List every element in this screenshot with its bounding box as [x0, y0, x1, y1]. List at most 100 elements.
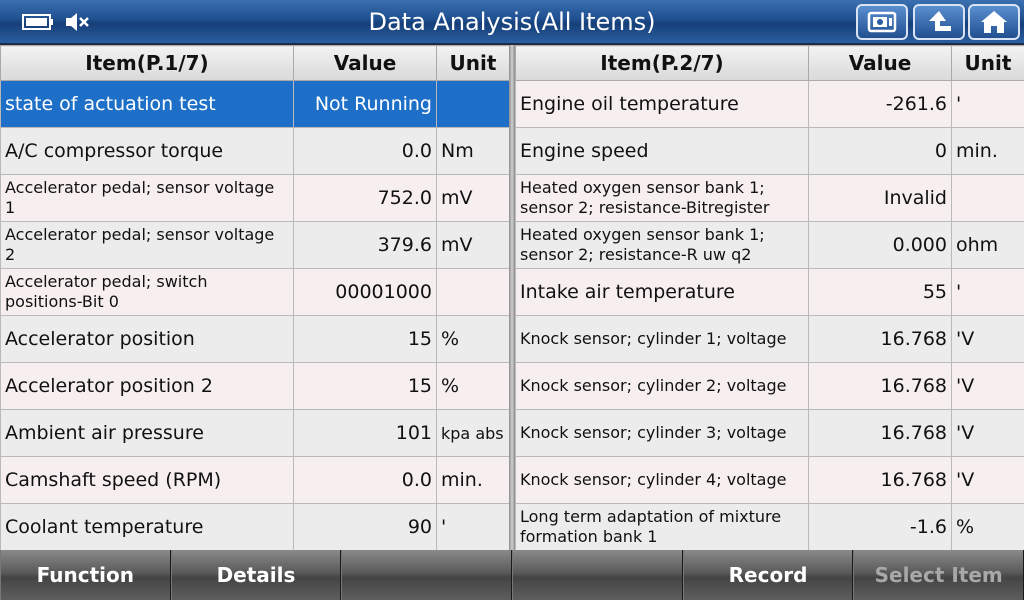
table-row[interactable]: Camshaft speed (RPM) 0.0 min. — [0, 456, 510, 504]
unit-cell: 'V — [951, 315, 1024, 363]
item-cell: Heated oxygen sensor bank 1; sensor 2; r… — [515, 221, 809, 269]
table-row[interactable]: Accelerator position 15 % — [0, 315, 510, 363]
table-row[interactable]: Knock sensor; cylinder 3; voltage 16.768… — [515, 409, 1024, 457]
column-header-unit[interactable]: Unit — [436, 45, 510, 81]
left-data-table: Item(P.1/7) Value Unit state of actuatio… — [0, 45, 510, 551]
empty-button-2[interactable] — [512, 550, 683, 600]
table-row[interactable]: Heated oxygen sensor bank 1; sensor 2; r… — [515, 174, 1024, 222]
value-cell: 16.768 — [808, 315, 952, 363]
value-cell: Not Running — [293, 80, 437, 128]
unit-cell — [436, 80, 510, 128]
table-row[interactable]: Knock sensor; cylinder 4; voltage 16.768… — [515, 456, 1024, 504]
item-cell: Accelerator position 2 — [0, 362, 294, 410]
unit-cell: kpa abs — [436, 409, 510, 457]
screenshot-button[interactable] — [856, 4, 908, 40]
table-row[interactable]: Accelerator pedal; sensor voltage 2 379.… — [0, 221, 510, 269]
table-row[interactable]: Ambient air pressure 101 kpa abs — [0, 409, 510, 457]
value-cell: -261.6 — [808, 80, 952, 128]
item-cell: Ambient air pressure — [0, 409, 294, 457]
function-button-bar: Function Details Record Select Item — [0, 550, 1024, 600]
item-cell: Engine oil temperature — [515, 80, 809, 128]
table-row[interactable]: Accelerator pedal; switch positions-Bit … — [0, 268, 510, 316]
unit-cell: mV — [436, 174, 510, 222]
unit-cell: % — [951, 503, 1024, 551]
item-cell: Knock sensor; cylinder 4; voltage — [515, 456, 809, 504]
table-row[interactable]: Engine oil temperature -261.6 ' — [515, 80, 1024, 128]
value-cell: 16.768 — [808, 456, 952, 504]
item-cell: Coolant temperature — [0, 503, 294, 551]
battery-icon — [22, 14, 53, 30]
item-cell: Accelerator pedal; sensor voltage 2 — [0, 221, 294, 269]
column-header-item[interactable]: Item(P.1/7) — [0, 45, 294, 81]
unit-cell — [436, 268, 510, 316]
unit-cell: ' — [436, 503, 510, 551]
value-cell: 16.768 — [808, 409, 952, 457]
table-row[interactable]: Long term adaptation of mixture formatio… — [515, 503, 1024, 551]
value-cell: 379.6 — [293, 221, 437, 269]
table-row[interactable]: Engine speed 0 min. — [515, 127, 1024, 175]
unit-cell: 'V — [951, 362, 1024, 410]
value-cell: 15 — [293, 315, 437, 363]
item-cell: Heated oxygen sensor bank 1; sensor 2; r… — [515, 174, 809, 222]
home-button[interactable] — [968, 4, 1020, 40]
value-cell: 752.0 — [293, 174, 437, 222]
unit-cell: 'V — [951, 456, 1024, 504]
unit-cell: % — [436, 362, 510, 410]
value-cell: 0.0 — [293, 127, 437, 175]
table-row[interactable]: A/C compressor torque 0.0 Nm — [0, 127, 510, 175]
value-cell: 00001000 — [293, 268, 437, 316]
item-cell: Knock sensor; cylinder 3; voltage — [515, 409, 809, 457]
table-row[interactable]: Heated oxygen sensor bank 1; sensor 2; r… — [515, 221, 1024, 269]
item-cell: Knock sensor; cylinder 1; voltage — [515, 315, 809, 363]
unit-cell: mV — [436, 221, 510, 269]
table-row[interactable]: Coolant temperature 90 ' — [0, 503, 510, 551]
item-cell: A/C compressor torque — [0, 127, 294, 175]
item-cell: Accelerator pedal; sensor voltage 1 — [0, 174, 294, 222]
unit-cell: Nm — [436, 127, 510, 175]
unit-cell: 'V — [951, 409, 1024, 457]
unit-cell — [951, 174, 1024, 222]
empty-button-1[interactable] — [341, 550, 513, 600]
value-cell: 15 — [293, 362, 437, 410]
select-item-button[interactable]: Select Item — [853, 550, 1024, 600]
unit-cell: ' — [951, 268, 1024, 316]
column-header-value[interactable]: Value — [293, 45, 437, 81]
back-arrow-icon — [929, 11, 951, 31]
camera-card-icon — [867, 11, 897, 33]
table-row[interactable]: Knock sensor; cylinder 2; voltage 16.768… — [515, 362, 1024, 410]
table-row[interactable]: Accelerator pedal; sensor voltage 1 752.… — [0, 174, 510, 222]
value-cell: 16.768 — [808, 362, 952, 410]
unit-cell: ohm — [951, 221, 1024, 269]
value-cell: 0.000 — [808, 221, 952, 269]
column-header-value[interactable]: Value — [808, 45, 952, 81]
unit-cell: min. — [436, 456, 510, 504]
table-row[interactable]: Knock sensor; cylinder 1; voltage 16.768… — [515, 315, 1024, 363]
table-row[interactable]: Intake air temperature 55 ' — [515, 268, 1024, 316]
value-cell: 55 — [808, 268, 952, 316]
item-cell: Accelerator pedal; switch positions-Bit … — [0, 268, 294, 316]
back-button[interactable] — [913, 4, 965, 40]
item-cell: Engine speed — [515, 127, 809, 175]
unit-cell: % — [436, 315, 510, 363]
table-row[interactable]: Accelerator position 2 15 % — [0, 362, 510, 410]
speaker-mute-icon — [66, 13, 89, 31]
item-cell: Knock sensor; cylinder 2; voltage — [515, 362, 809, 410]
value-cell: 0.0 — [293, 456, 437, 504]
title-bar: Data Analysis(All Items) — [0, 0, 1024, 44]
home-icon — [981, 11, 1007, 33]
details-button[interactable]: Details — [170, 550, 342, 600]
item-cell: Long term adaptation of mixture formatio… — [515, 503, 809, 551]
record-button[interactable]: Record — [682, 550, 854, 600]
value-cell: 101 — [293, 409, 437, 457]
column-header-item[interactable]: Item(P.2/7) — [515, 45, 809, 81]
value-cell: Invalid — [808, 174, 952, 222]
value-cell: 0 — [808, 127, 952, 175]
table-row[interactable]: state of actuation test Not Running — [0, 80, 510, 128]
item-cell: Accelerator position — [0, 315, 294, 363]
item-cell: Intake air temperature — [515, 268, 809, 316]
unit-cell: min. — [951, 127, 1024, 175]
unit-cell: ' — [951, 80, 1024, 128]
column-header-unit[interactable]: Unit — [951, 45, 1024, 81]
value-cell: -1.6 — [808, 503, 952, 551]
function-button[interactable]: Function — [0, 550, 171, 600]
